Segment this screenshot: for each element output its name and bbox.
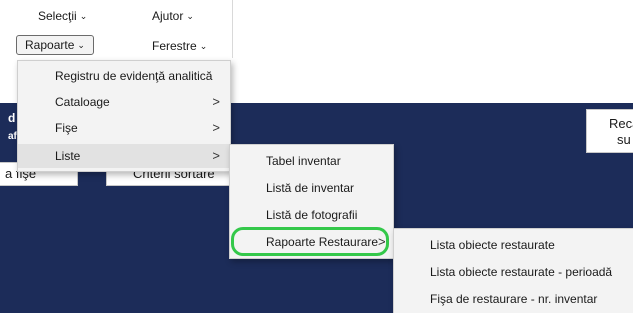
menu-item-lista-obiecte-restaurate[interactable]: Lista obiecte restaurate bbox=[394, 233, 633, 257]
menubar-divider bbox=[232, 0, 233, 58]
menu-item-label: Lista obiecte restaurate bbox=[430, 238, 555, 252]
menu-item-label: Liste bbox=[55, 149, 81, 163]
rapoarte-restaurare-submenu: Lista obiecte restaurate Lista obiecte r… bbox=[393, 228, 633, 313]
menu-item-lista-fotografii[interactable]: Listă de fotografii bbox=[230, 203, 393, 227]
chevron-down-icon: ⌄ bbox=[199, 41, 208, 51]
menu-ajutor-label: Ajutor bbox=[152, 9, 184, 23]
menu-item-label: Listă de fotografii bbox=[266, 208, 358, 222]
menu-item-fisa-restaurare-nr-inventar[interactable]: Fişa de restaurare - nr. inventar bbox=[394, 287, 633, 311]
menu-bar: Selecţii ⌄ Ajutor ⌄ Rapoarte ⌄ Ferestre ⌄ bbox=[0, 0, 633, 58]
menu-item-label: Cataloage bbox=[55, 95, 110, 109]
menu-item-cataloage[interactable]: Cataloage > bbox=[18, 90, 230, 114]
chevron-down-icon: ⌄ bbox=[186, 11, 194, 21]
menu-ferestre[interactable]: Ferestre ⌄ bbox=[152, 36, 207, 56]
chevron-down-icon: ⌄ bbox=[77, 40, 85, 50]
chevron-down-icon: ⌄ bbox=[79, 11, 88, 21]
menu-item-fise[interactable]: Fişe > bbox=[18, 116, 230, 140]
menu-item-label: Registru de evidenţă analitică bbox=[55, 69, 213, 83]
chevron-right-icon: > bbox=[212, 94, 220, 109]
highlight-annotation bbox=[231, 227, 389, 256]
menu-item-label: Tabel inventar bbox=[266, 154, 341, 168]
chevron-right-icon: > bbox=[212, 120, 220, 135]
recalculare-button[interactable]: Reca su bbox=[586, 109, 633, 153]
menu-selectii[interactable]: Selecţii ⌄ bbox=[38, 6, 87, 26]
workspace-title-fragment: d bbox=[8, 111, 16, 125]
menu-rapoarte[interactable]: Rapoarte ⌄ bbox=[16, 35, 94, 55]
menu-ajutor[interactable]: Ajutor ⌄ bbox=[152, 6, 194, 26]
menu-item-tabel-inventar[interactable]: Tabel inventar bbox=[230, 149, 393, 173]
workspace-subtitle-fragment: af bbox=[8, 131, 17, 142]
menu-item-lista-inventar[interactable]: Listă de inventar bbox=[230, 176, 393, 200]
chevron-right-icon: > bbox=[212, 148, 220, 163]
menu-item-registru[interactable]: Registru de evidenţă analitică bbox=[18, 64, 230, 88]
menu-selectii-label: Selecţii bbox=[38, 9, 77, 23]
menu-item-label: Listă de inventar bbox=[266, 181, 355, 195]
rapoarte-dropdown: Registru de evidenţă analitică Cataloage… bbox=[17, 60, 231, 172]
menu-rapoarte-label: Rapoarte bbox=[25, 38, 75, 52]
menu-item-label: Fişe bbox=[55, 121, 78, 135]
recalculare-label-line1: Reca bbox=[609, 116, 633, 131]
menu-item-label: Lista obiecte restaurate - perioadă bbox=[430, 265, 613, 279]
menu-item-lista-obiecte-restaurate-perioada[interactable]: Lista obiecte restaurate - perioadă bbox=[394, 260, 633, 284]
menu-item-liste[interactable]: Liste > bbox=[18, 144, 230, 168]
recalculare-label-line2: su bbox=[617, 132, 631, 147]
menu-ferestre-label: Ferestre bbox=[152, 39, 197, 53]
menu-item-label: Fişa de restaurare - nr. inventar bbox=[430, 292, 598, 306]
